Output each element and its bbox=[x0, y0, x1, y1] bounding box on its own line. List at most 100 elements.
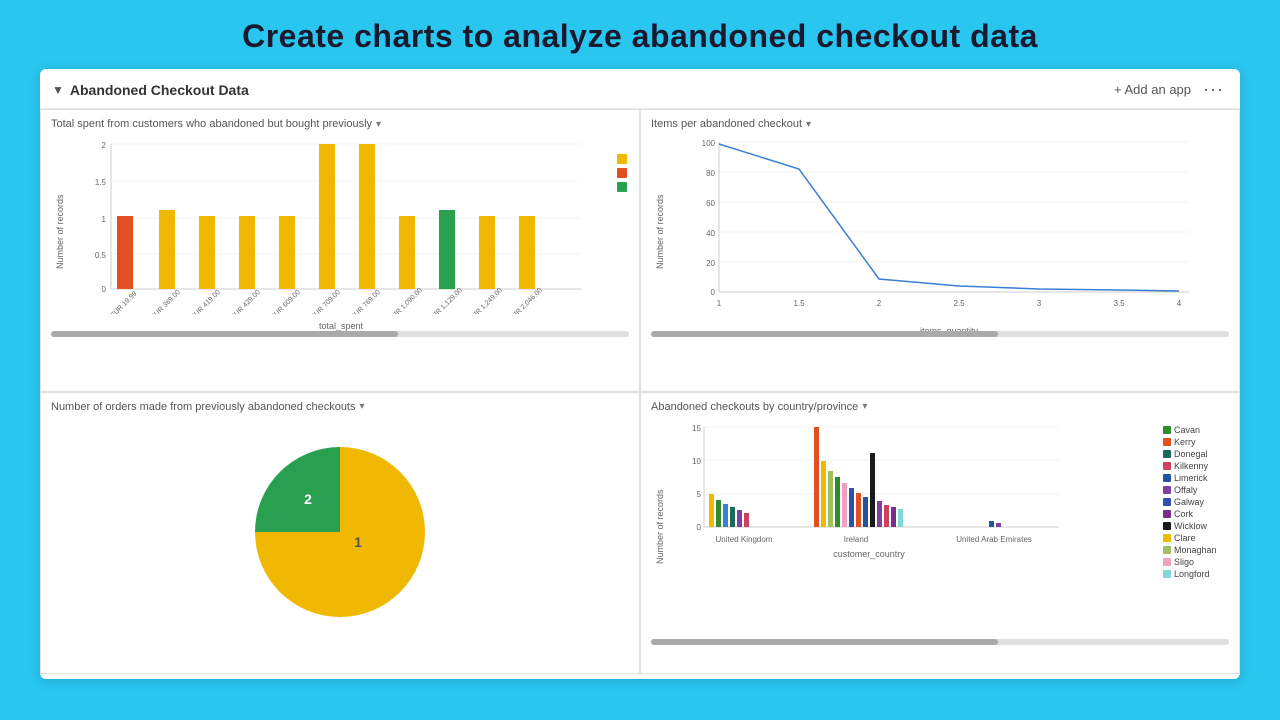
legend-color-clare bbox=[1163, 534, 1171, 542]
svg-text:EUR 609.00: EUR 609.00 bbox=[270, 289, 302, 314]
x-axis-label-top-left: total_spent bbox=[69, 321, 613, 331]
scrollbar-bottom-right[interactable] bbox=[651, 639, 1229, 645]
chart-filter-arrow-top-right[interactable]: ▾ bbox=[806, 119, 811, 130]
scrollbar-top-left[interactable] bbox=[51, 331, 629, 337]
bar-0 bbox=[117, 216, 133, 289]
svg-text:3.5: 3.5 bbox=[1113, 299, 1125, 308]
chart-panel-bottom-left: Number of orders made from previously ab… bbox=[40, 392, 640, 675]
ire-bar-12 bbox=[898, 509, 903, 527]
bar-3 bbox=[239, 216, 255, 289]
country-chart-legend: Cavan Kerry Donegal Kilkenny bbox=[1159, 417, 1229, 637]
svg-text:100: 100 bbox=[702, 139, 716, 148]
bar-chart-svg-top-left: 2 1.5 1 0.5 0 bbox=[69, 134, 613, 314]
svg-text:Ireland: Ireland bbox=[844, 535, 868, 544]
ire-bar-11 bbox=[891, 507, 896, 527]
legend-item-cavan: Cavan bbox=[1163, 425, 1229, 435]
svg-text:1: 1 bbox=[717, 299, 722, 308]
dashboard-title: Abandoned Checkout Data bbox=[70, 82, 249, 98]
line-path bbox=[719, 144, 1179, 291]
chart-title-bottom-left: Number of orders made from previously ab… bbox=[51, 401, 629, 413]
legend-color-wicklow bbox=[1163, 522, 1171, 530]
chart-panel-top-left: Total spent from customers who abandoned… bbox=[40, 109, 640, 392]
svg-text:3: 3 bbox=[1037, 299, 1042, 308]
legend-color-sligo bbox=[1163, 558, 1171, 566]
legend-item-clare: Clare bbox=[1163, 533, 1229, 543]
ire-bar-3 bbox=[835, 477, 840, 527]
svg-text:EUR 1,090.00: EUR 1,090.00 bbox=[388, 287, 424, 314]
svg-text:1.5: 1.5 bbox=[793, 299, 805, 308]
legend-color-donegal bbox=[1163, 450, 1171, 458]
svg-text:0.5: 0.5 bbox=[95, 251, 107, 260]
bar-2 bbox=[199, 216, 215, 289]
svg-text:1: 1 bbox=[102, 215, 107, 224]
svg-text:2: 2 bbox=[102, 141, 107, 150]
chart-filter-arrow-top-left[interactable]: ▾ bbox=[376, 119, 381, 130]
country-bar-chart-svg: 15 10 5 0 bbox=[669, 417, 1159, 617]
legend-color-limerick bbox=[1163, 474, 1171, 482]
svg-text:5: 5 bbox=[697, 490, 702, 499]
legend-item-longford: Longford bbox=[1163, 569, 1229, 579]
chart-title-top-right: Items per abandoned checkout ▾ bbox=[651, 118, 1229, 130]
uk-bar-4 bbox=[730, 507, 735, 527]
bar-8 bbox=[439, 210, 455, 289]
svg-text:EUR 1,249.00: EUR 1,249.00 bbox=[468, 287, 504, 314]
ire-bar-5 bbox=[849, 488, 854, 527]
legend-color-cavan bbox=[1163, 426, 1171, 434]
collapse-icon[interactable]: ▼ bbox=[52, 83, 64, 97]
chart-filter-arrow-bottom-left[interactable]: ▾ bbox=[360, 401, 365, 412]
legend-item-wicklow: Wicklow bbox=[1163, 521, 1229, 531]
bar-6 bbox=[359, 144, 375, 289]
legend-yellow bbox=[617, 154, 627, 164]
uae-bar-1 bbox=[989, 521, 994, 527]
more-options-button[interactable]: ··· bbox=[1203, 79, 1224, 100]
uk-bar-1 bbox=[709, 494, 714, 527]
scrollbar-thumb-top-left bbox=[51, 331, 398, 337]
legend-color-longford bbox=[1163, 570, 1171, 578]
dashboard-header-right: + Add an app ··· bbox=[1114, 79, 1224, 100]
svg-text:EUR 369.00: EUR 369.00 bbox=[150, 289, 182, 314]
dashboard-header-left: ▼ Abandoned Checkout Data bbox=[52, 82, 249, 98]
svg-text:0: 0 bbox=[102, 285, 107, 294]
add-app-button[interactable]: + Add an app bbox=[1114, 82, 1191, 97]
ire-bar-1 bbox=[821, 461, 826, 527]
dashboard-header: ▼ Abandoned Checkout Data + Add an app ·… bbox=[40, 69, 1240, 109]
pie-chart-area: 1 2 bbox=[51, 417, 629, 647]
chart-filter-arrow-bottom-right[interactable]: ▾ bbox=[862, 401, 867, 412]
legend-color-kerry bbox=[1163, 438, 1171, 446]
ire-bar-10 bbox=[884, 505, 889, 527]
chart-panel-bottom-right: Abandoned checkouts by country/province … bbox=[640, 392, 1240, 675]
uk-bar-3 bbox=[723, 504, 728, 527]
ire-bar-4 bbox=[842, 483, 847, 527]
svg-text:customer_country: customer_country bbox=[833, 549, 905, 559]
page-title: Create charts to analyze abandoned check… bbox=[0, 0, 1280, 69]
ire-bar-6 bbox=[856, 493, 861, 527]
bar-1 bbox=[159, 210, 175, 289]
scrollbar-top-right[interactable] bbox=[651, 331, 1229, 337]
legend-green bbox=[617, 182, 627, 192]
legend-color-kilkenny bbox=[1163, 462, 1171, 470]
ire-bar-2 bbox=[828, 471, 833, 527]
uae-bar-2 bbox=[996, 523, 1001, 527]
dashboard-container: ▼ Abandoned Checkout Data + Add an app ·… bbox=[40, 69, 1240, 679]
bar-9 bbox=[479, 216, 495, 289]
scrollbar-thumb-bottom-right bbox=[651, 639, 998, 645]
bar-chart-legend-top-left bbox=[613, 134, 629, 329]
svg-text:United Arab Emirates: United Arab Emirates bbox=[956, 535, 1032, 544]
ire-bar-9 bbox=[877, 501, 882, 527]
legend-item-kilkenny: Kilkenny bbox=[1163, 461, 1229, 471]
legend-color-monaghan bbox=[1163, 546, 1171, 554]
pie-chart-svg: 1 2 bbox=[240, 432, 440, 632]
scrollbar-thumb-top-right bbox=[651, 331, 998, 337]
legend-color-galway bbox=[1163, 498, 1171, 506]
svg-text:EUR 769.00: EUR 769.00 bbox=[350, 289, 382, 314]
legend-red bbox=[617, 168, 627, 178]
page-wrapper: Create charts to analyze abandoned check… bbox=[0, 0, 1280, 679]
bar-chart-bottom-area: Number of records 15 10 5 bbox=[651, 417, 1229, 637]
uk-bar-2 bbox=[716, 500, 721, 527]
svg-text:EUR 19.99: EUR 19.99 bbox=[109, 290, 138, 314]
svg-text:40: 40 bbox=[706, 229, 715, 238]
y-axis-label-bottom-right: Number of records bbox=[651, 417, 669, 637]
legend-item-sligo: Sligo bbox=[1163, 557, 1229, 567]
line-chart-area: Number of records 100 bbox=[651, 134, 1229, 329]
svg-text:EUR 2,046.00: EUR 2,046.00 bbox=[508, 287, 544, 314]
